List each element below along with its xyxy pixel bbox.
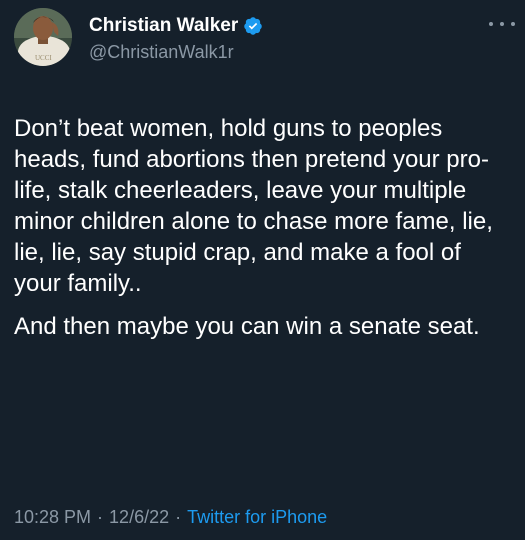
tweet-time[interactable]: 10:28 PM [14,507,91,527]
verified-badge-icon [243,16,263,36]
dot [500,22,504,26]
tweet-paragraph: And then maybe you can win a senate seat… [14,313,480,340]
meta-separator: · [97,507,104,527]
tweet-date[interactable]: 12/6/22 [109,507,169,527]
more-options-ellipsis-icon[interactable] [489,14,515,34]
dot [489,22,493,26]
author-display-name[interactable]: Christian Walker [89,14,238,38]
meta-separator: · [175,507,182,527]
author-handle[interactable]: @ChristianWalk1r [89,40,234,64]
dot [511,22,515,26]
tweet-meta: 10:28 PM · 12/6/22 · Twitter for iPhone [14,505,327,529]
tweet-paragraph: Don’t beat women, hold guns to peoples h… [14,115,493,297]
svg-text:UCCI: UCCI [35,54,52,62]
tweet-text: Don’t beat women, hold guns to peoples h… [14,113,514,354]
author-name-row[interactable]: Christian Walker [89,14,263,38]
avatar[interactable]: UCCI [14,8,72,66]
profile-photo-icon: UCCI [14,8,72,66]
tweet-source-link[interactable]: Twitter for iPhone [187,507,327,527]
tweet-card: UCCI Christian Walker @ChristianWalk1r D… [0,0,525,540]
